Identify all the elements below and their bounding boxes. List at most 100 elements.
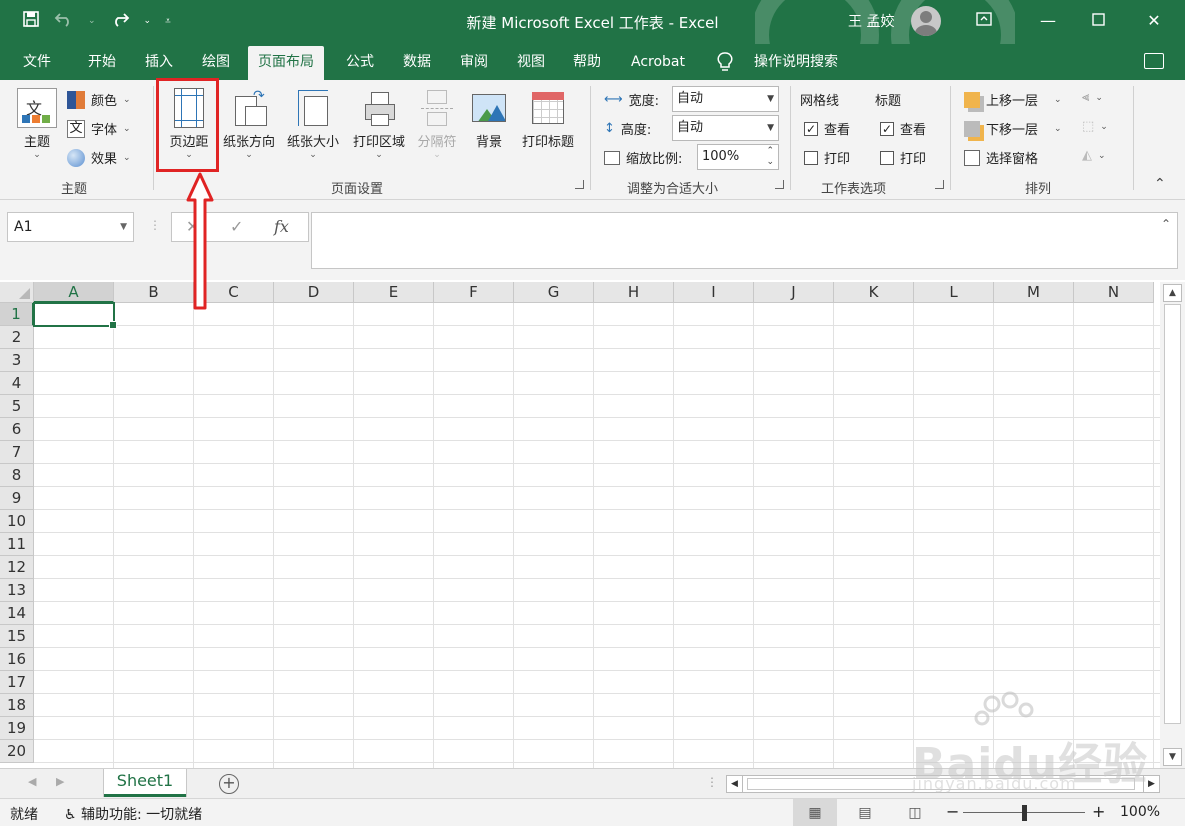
normal-view-icon[interactable]: ▦ (793, 799, 837, 826)
row-header-18[interactable]: 18 (0, 694, 34, 717)
scale-spinner[interactable]: 100% ⌃ ⌄ (697, 144, 779, 170)
column-header-l[interactable]: L (914, 282, 994, 303)
bring-forward-button[interactable]: 上移一层 ⌄ (964, 90, 1062, 109)
row-header-12[interactable]: 12 (0, 556, 34, 579)
redo-dropdown-icon[interactable]: ⌄ (144, 16, 152, 26)
selection-pane-button[interactable]: 选择窗格 (964, 148, 1038, 167)
row-header-4[interactable]: 4 (0, 372, 34, 395)
tab-help[interactable]: 帮助 (563, 44, 611, 80)
vertical-scroll-thumb[interactable] (1164, 304, 1181, 724)
customize-qat-icon[interactable]: ⩡ (165, 16, 171, 27)
add-sheet-icon[interactable]: + (219, 774, 239, 794)
breaks-button[interactable]: 分隔符 ⌄ (412, 88, 462, 160)
print-titles-button[interactable]: 打印标题 (515, 88, 581, 150)
maximize-icon[interactable] (1084, 8, 1112, 34)
row-header-5[interactable]: 5 (0, 395, 34, 418)
tab-review[interactable]: 审阅 (450, 44, 498, 80)
align-button[interactable]: ⫷ ⌄ (1082, 90, 1103, 105)
column-header-j[interactable]: J (754, 282, 834, 303)
page-break-preview-icon[interactable]: ◫ (893, 799, 937, 826)
redo-icon[interactable] (110, 11, 130, 31)
tab-acrobat[interactable]: Acrobat (621, 44, 695, 80)
tell-me-search[interactable]: 操作说明搜索 (744, 44, 848, 80)
group-button[interactable]: ⬚ ⌄ (1082, 119, 1108, 134)
close-icon[interactable]: ✕ (1140, 8, 1168, 34)
headings-print-checkbox[interactable]: 打印 (880, 148, 926, 167)
sheet-tab-sheet1[interactable]: Sheet1 (104, 769, 186, 797)
tab-data[interactable]: 数据 (393, 44, 441, 80)
undo-dropdown-icon[interactable]: ⌄ (88, 16, 96, 26)
headings-view-checkbox[interactable]: ✓ 查看 (880, 119, 926, 138)
accessibility-status[interactable]: ♿︎ 辅助功能: 一切就绪 (64, 804, 202, 824)
zoom-slider-thumb[interactable] (1022, 805, 1027, 821)
formula-input[interactable]: ⌃ (311, 212, 1178, 269)
column-header-g[interactable]: G (514, 282, 594, 303)
column-header-d[interactable]: D (274, 282, 354, 303)
ribbon-display-options-icon[interactable] (970, 8, 998, 34)
tab-formulas[interactable]: 公式 (336, 44, 384, 80)
horizontal-scroll-thumb[interactable] (747, 778, 1135, 790)
size-button[interactable]: 纸张大小 ⌄ (283, 88, 343, 160)
zoom-level[interactable]: 100% (1120, 804, 1160, 820)
row-header-2[interactable]: 2 (0, 326, 34, 349)
tab-insert[interactable]: 插入 (135, 44, 183, 80)
column-header-e[interactable]: E (354, 282, 434, 303)
comments-icon[interactable] (1144, 53, 1164, 69)
column-header-n[interactable]: N (1074, 282, 1154, 303)
background-button[interactable]: 背景 (468, 88, 510, 150)
orientation-button[interactable]: ↷ 纸张方向 ⌄ (217, 88, 281, 160)
row-header-19[interactable]: 19 (0, 717, 34, 740)
zoom-out-icon[interactable]: − (946, 802, 959, 821)
column-header-m[interactable]: M (994, 282, 1074, 303)
vertical-scrollbar[interactable]: ▲ ▼ (1160, 282, 1185, 768)
user-name[interactable]: 王 孟姣 (848, 11, 894, 31)
tab-draw[interactable]: 绘图 (192, 44, 240, 80)
column-header-a[interactable]: A (34, 282, 114, 303)
collapse-ribbon-icon[interactable]: ⌃ (1154, 176, 1166, 192)
cells-area[interactable] (34, 303, 1160, 768)
row-header-15[interactable]: 15 (0, 625, 34, 648)
gridlines-view-checkbox[interactable]: ✓ 查看 (804, 119, 850, 138)
row-header-16[interactable]: 16 (0, 648, 34, 671)
page-layout-view-icon[interactable]: ▤ (843, 799, 887, 826)
tab-home[interactable]: 开始 (78, 44, 126, 80)
avatar[interactable] (911, 6, 941, 36)
row-header-14[interactable]: 14 (0, 602, 34, 625)
send-backward-button[interactable]: 下移一层 ⌄ (964, 119, 1062, 138)
spinner-arrows-icon[interactable]: ⌃ ⌄ (766, 146, 774, 168)
row-header-20[interactable]: 20 (0, 740, 34, 763)
row-header-6[interactable]: 6 (0, 418, 34, 441)
width-dropdown[interactable]: 自动 ▼ (672, 86, 779, 112)
tab-split-handle-icon[interactable]: ⋮ (706, 775, 718, 789)
tab-page-layout[interactable]: 页面布局 (248, 46, 324, 80)
horizontal-scrollbar[interactable]: ◀ ▶ (726, 775, 1160, 793)
column-header-h[interactable]: H (594, 282, 674, 303)
tab-file[interactable]: 文件 (13, 44, 61, 80)
page-setup-dialog-launcher-icon[interactable] (575, 180, 584, 189)
column-header-f[interactable]: F (434, 282, 514, 303)
enter-icon[interactable]: ✓ (230, 217, 243, 236)
formula-bar-resize-icon[interactable]: ⋮ (149, 218, 161, 232)
themes-button[interactable]: 文 主题 ⌄ (14, 88, 60, 160)
row-header-11[interactable]: 11 (0, 533, 34, 556)
scale-dialog-launcher-icon[interactable] (775, 180, 784, 189)
tab-view[interactable]: 视图 (507, 44, 555, 80)
lightbulb-icon[interactable] (717, 44, 733, 80)
scroll-right-icon[interactable]: ▶ (1143, 776, 1159, 792)
theme-effects-button[interactable]: 效果 ⌄ (67, 148, 131, 167)
row-header-13[interactable]: 13 (0, 579, 34, 602)
column-header-i[interactable]: I (674, 282, 754, 303)
select-all-button[interactable] (0, 282, 34, 303)
undo-icon[interactable] (54, 11, 74, 31)
sheet-options-dialog-launcher-icon[interactable] (935, 180, 944, 189)
column-header-b[interactable]: B (114, 282, 194, 303)
height-dropdown[interactable]: 自动 ▼ (672, 115, 779, 141)
theme-colors-button[interactable]: 颜色 ⌄ (67, 90, 131, 109)
scroll-down-icon[interactable]: ▼ (1163, 748, 1182, 766)
row-header-7[interactable]: 7 (0, 441, 34, 464)
prev-sheet-icon[interactable]: ◀ (28, 775, 36, 788)
row-header-10[interactable]: 10 (0, 510, 34, 533)
insert-function-icon[interactable]: fx (274, 217, 289, 236)
column-header-k[interactable]: K (834, 282, 914, 303)
worksheet-grid[interactable]: ABCDEFGHIJKLMN 1 2 3 4 5 6 7 8 9 10 11 12 13 14 15 16 17… (0, 282, 1160, 768)
